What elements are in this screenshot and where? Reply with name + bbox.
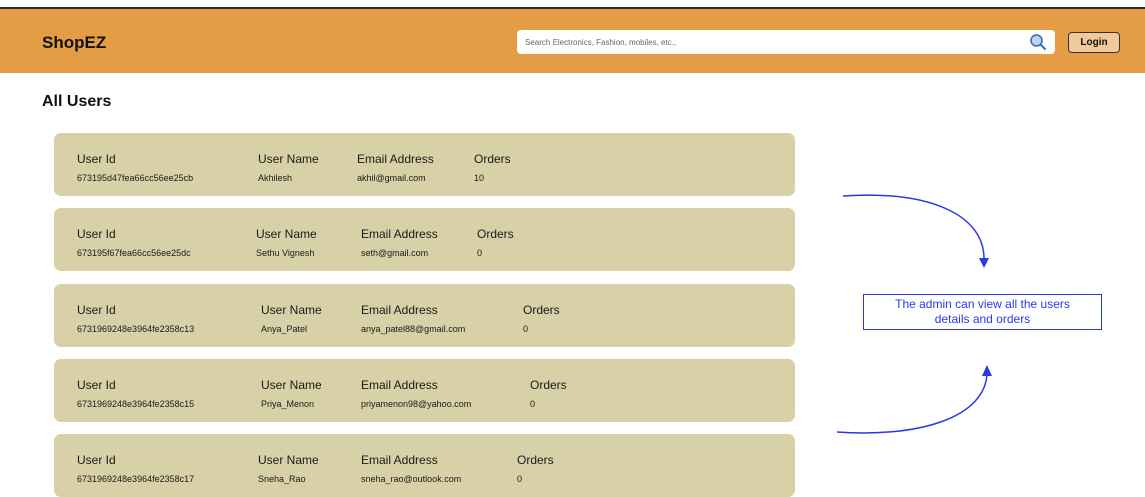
email-value: priyamenon98@yahoo.com	[361, 399, 472, 409]
page-title: All Users	[42, 93, 112, 110]
user-id-value: 673195f67fea66cc56ee25dc	[77, 248, 191, 258]
user-name-value: Anya_Patel	[261, 324, 308, 334]
user-name-label: User Name	[261, 303, 322, 317]
orders-field: Orders 0	[477, 227, 514, 258]
email-field: Email Address anya_patel88@gmail.com	[361, 303, 465, 334]
user-name-field: User Name Akhilesh	[258, 152, 319, 183]
email-field: Email Address priyamenon98@yahoo.com	[361, 378, 471, 409]
user-id-field: User Id 6731969248e3964fe2358c13	[77, 303, 194, 334]
email-value: akhil@gmail.com	[357, 173, 426, 183]
user-id-value: 6731969248e3964fe2358c17	[77, 474, 195, 484]
user-card: User Id 673195d47fea66cc56ee25cb User Na…	[54, 133, 795, 196]
orders-field: Orders 0	[517, 453, 554, 484]
email-field: Email Address sneha_rao@outlook.com	[361, 453, 461, 484]
user-id-label: User Id	[77, 453, 116, 467]
brand-logo[interactable]: ShopEZ	[42, 33, 106, 53]
annotation-line-2: details and orders	[934, 312, 1031, 326]
header-bar: ShopEZ Login	[0, 9, 1145, 73]
annotation-line-1: The admin can view all the users	[895, 297, 1070, 311]
orders-label: Orders	[517, 453, 554, 467]
user-name-value: Sneha_Rao	[258, 474, 306, 484]
arrow-bottom-head	[982, 365, 992, 376]
user-name-label: User Name	[261, 378, 322, 392]
user-id-field: User Id 6731969248e3964fe2358c15	[77, 378, 194, 409]
user-name-value: Akhilesh	[258, 173, 293, 183]
orders-label: Orders	[530, 378, 567, 392]
email-label: Email Address	[361, 378, 438, 392]
orders-value: 0	[517, 474, 523, 484]
email-value: seth@gmail.com	[361, 248, 429, 258]
user-name-label: User Name	[256, 227, 317, 241]
user-name-field: User Name Sethu Vignesh	[256, 227, 317, 258]
user-id-label: User Id	[77, 152, 116, 166]
user-name-value: Sethu Vignesh	[256, 248, 315, 258]
orders-field: Orders 10	[474, 152, 511, 183]
email-field: Email Address seth@gmail.com	[361, 227, 438, 258]
arrow-top-head	[979, 258, 989, 268]
user-card: User Id 6731969248e3964fe2358c15 User Na…	[54, 359, 795, 422]
user-name-field: User Name Sneha_Rao	[258, 453, 319, 484]
arrow-top-curve	[842, 194, 985, 261]
email-value: anya_patel88@gmail.com	[361, 324, 466, 334]
user-card: User Id 673195f67fea66cc56ee25dc User Na…	[54, 208, 795, 271]
user-id-label: User Id	[77, 303, 116, 317]
email-label: Email Address	[357, 152, 434, 166]
user-name-label: User Name	[258, 453, 319, 467]
user-id-field: User Id 6731969248e3964fe2358c17	[77, 453, 194, 484]
user-id-label: User Id	[77, 378, 116, 392]
user-card: User Id 6731969248e3964fe2358c17 User Na…	[54, 434, 795, 497]
user-id-value: 6731969248e3964fe2358c13	[77, 324, 195, 334]
orders-value: 0	[523, 324, 529, 334]
annotation-box: The admin can view all the users details…	[863, 294, 1102, 330]
search-input[interactable]	[525, 34, 1015, 50]
orders-field: Orders 0	[523, 303, 560, 334]
orders-value: 10	[474, 173, 485, 183]
orders-field: Orders 0	[530, 378, 567, 409]
user-id-field: User Id 673195d47fea66cc56ee25cb	[77, 152, 193, 183]
email-label: Email Address	[361, 227, 438, 241]
top-border	[0, 0, 1145, 9]
orders-value: 0	[477, 248, 483, 258]
login-button[interactable]: Login	[1068, 32, 1120, 53]
orders-label: Orders	[523, 303, 560, 317]
orders-label: Orders	[474, 152, 511, 166]
user-id-field: User Id 673195f67fea66cc56ee25dc	[77, 227, 191, 258]
orders-label: Orders	[477, 227, 514, 241]
email-label: Email Address	[361, 453, 438, 467]
user-name-label: User Name	[258, 152, 319, 166]
user-card: User Id 6731969248e3964fe2358c13 User Na…	[54, 284, 795, 347]
user-id-label: User Id	[77, 227, 116, 241]
user-id-value: 673195d47fea66cc56ee25cb	[77, 173, 194, 183]
user-name-value: Priya_Menon	[261, 399, 315, 409]
arrow-bottom-curve	[836, 373, 988, 434]
orders-value: 0	[530, 399, 536, 409]
email-field: Email Address akhil@gmail.com	[357, 152, 434, 183]
search-bar	[517, 30, 1055, 54]
user-name-field: User Name Anya_Patel	[261, 303, 322, 334]
email-value: sneha_rao@outlook.com	[361, 474, 462, 484]
user-id-value: 6731969248e3964fe2358c15	[77, 399, 195, 409]
user-name-field: User Name Priya_Menon	[261, 378, 322, 409]
search-icon[interactable]	[1029, 33, 1047, 51]
email-label: Email Address	[361, 303, 438, 317]
